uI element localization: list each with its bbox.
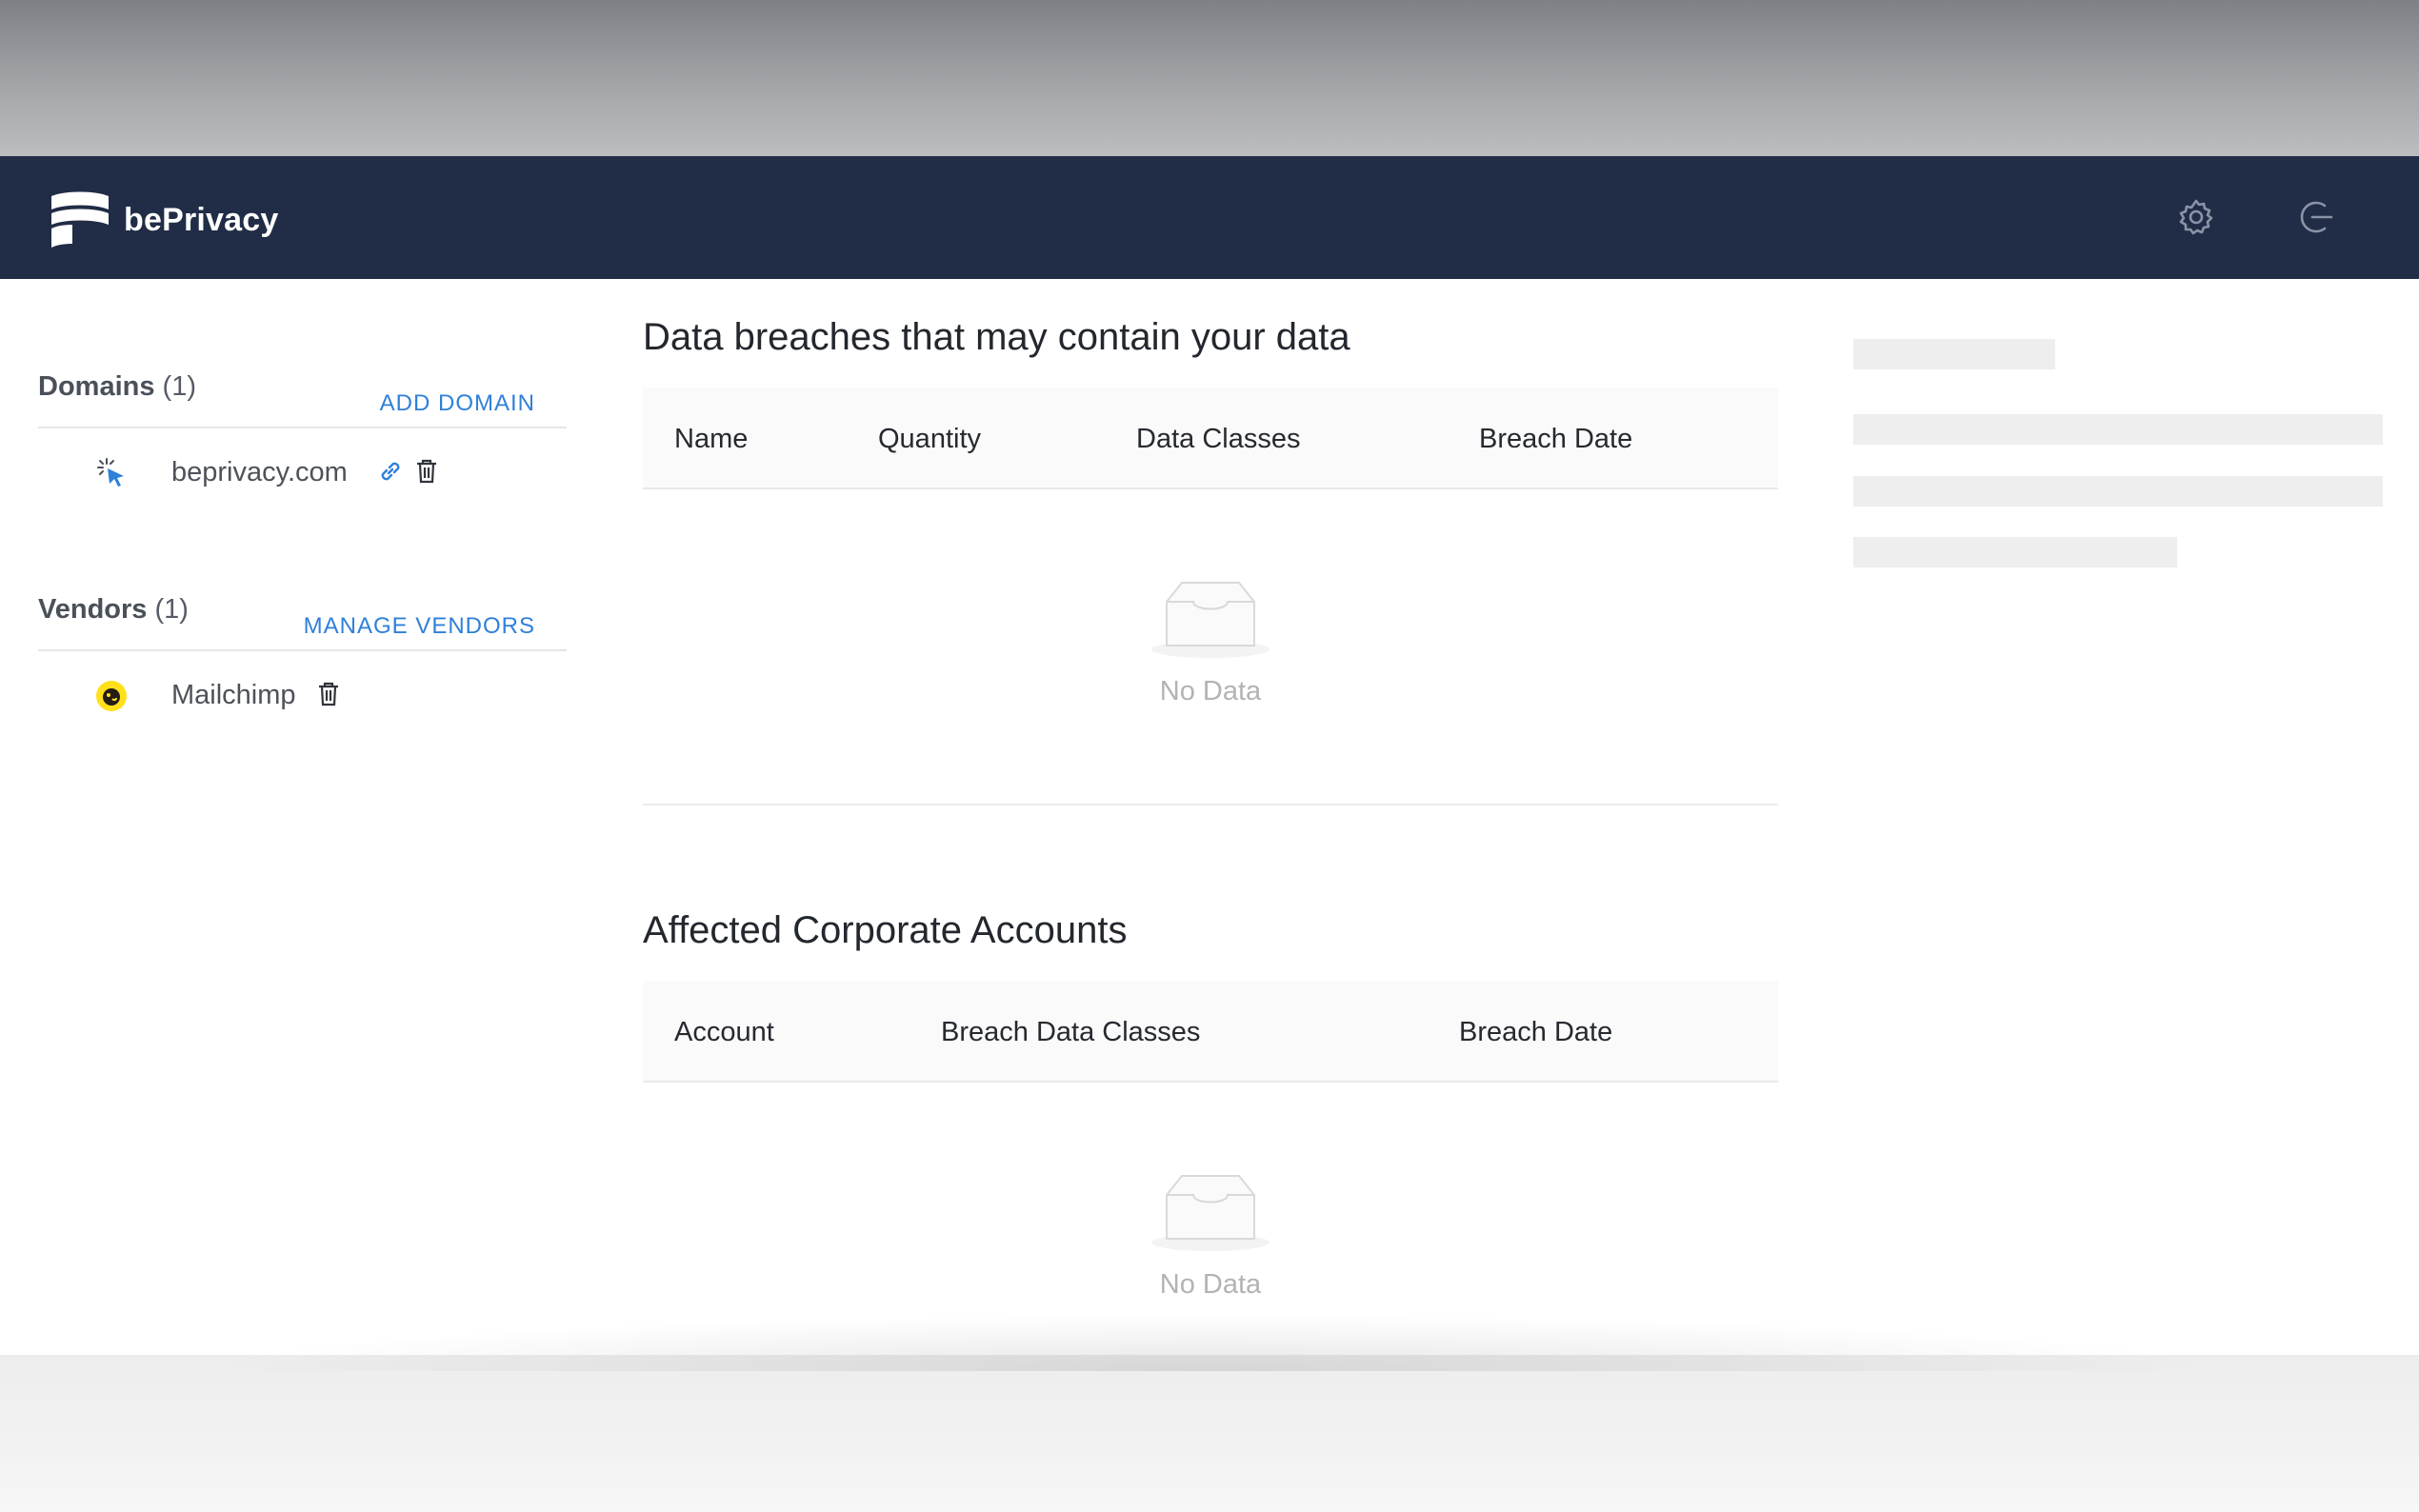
vendors-section-header: Vendors (1) MANAGE VENDORS (38, 594, 567, 651)
breaches-empty-text: No Data (1159, 676, 1262, 706)
link-icon[interactable] (376, 457, 405, 486)
domain-list-item[interactable]: beprivacy.com (38, 444, 571, 501)
column-header-name[interactable]: Name (674, 424, 748, 455)
trash-icon[interactable] (314, 680, 343, 708)
breaches-table-bottom-border (643, 804, 1778, 806)
add-domain-button[interactable]: ADD DOMAIN (380, 390, 535, 417)
column-header-account[interactable]: Account (674, 1017, 774, 1048)
accounts-title: Affected Corporate Accounts (643, 909, 1128, 951)
window-shadow (190, 1314, 2229, 1371)
backdrop-bottom (0, 1355, 2419, 1512)
accounts-empty-text: No Data (1159, 1269, 1262, 1300)
mailchimp-logo-icon (96, 681, 127, 711)
column-header-data-classes[interactable]: Data Classes (1136, 424, 1300, 455)
manage-vendors-button[interactable]: MANAGE VENDORS (304, 613, 535, 640)
brand[interactable]: bePrivacy (46, 190, 278, 249)
skeleton-line (1853, 414, 2383, 445)
top-navigation-bar: bePrivacy (0, 156, 2419, 279)
accounts-table-header: Account Breach Data Classes Breach Date (643, 981, 1778, 1083)
app-window: bePrivacy Domains (1) ADD DOMAIN bepriva… (0, 156, 2419, 1355)
empty-inbox-icon (1151, 1175, 1269, 1251)
column-header-breach-date[interactable]: Breach Date (1459, 1017, 1612, 1048)
accounts-empty-state: No Data (643, 1172, 1778, 1301)
trash-icon[interactable] (412, 457, 441, 486)
domains-title: Domains (1) (38, 371, 196, 402)
domain-name: beprivacy.com (171, 457, 348, 487)
breaches-table-header: Name Quantity Data Classes Breach Date (643, 388, 1778, 489)
skeleton-title (1853, 339, 2055, 369)
vendor-list-item[interactable]: Mailchimp (38, 666, 571, 724)
vendors-title: Vendors (1) (38, 594, 189, 625)
skeleton-line (1853, 537, 2177, 567)
column-header-breach-date[interactable]: Breach Date (1479, 424, 1632, 455)
logout-icon[interactable] (2293, 196, 2335, 238)
skeleton-line (1853, 476, 2383, 507)
vendor-name: Mailchimp (171, 680, 296, 710)
empty-inbox-icon (1151, 582, 1269, 658)
loading-cursor-icon (97, 458, 124, 487)
column-header-breach-data-classes[interactable]: Breach Data Classes (941, 1017, 1200, 1048)
domains-section-header: Domains (1) ADD DOMAIN (38, 371, 567, 428)
breaches-empty-state: No Data (643, 579, 1778, 707)
column-header-quantity[interactable]: Quantity (878, 424, 981, 455)
brand-name: bePrivacy (124, 201, 279, 238)
beprivacy-logo-icon (51, 191, 109, 248)
backdrop-top (0, 0, 2419, 156)
breaches-title: Data breaches that may contain your data (643, 316, 1350, 358)
settings-icon[interactable] (2175, 196, 2217, 238)
